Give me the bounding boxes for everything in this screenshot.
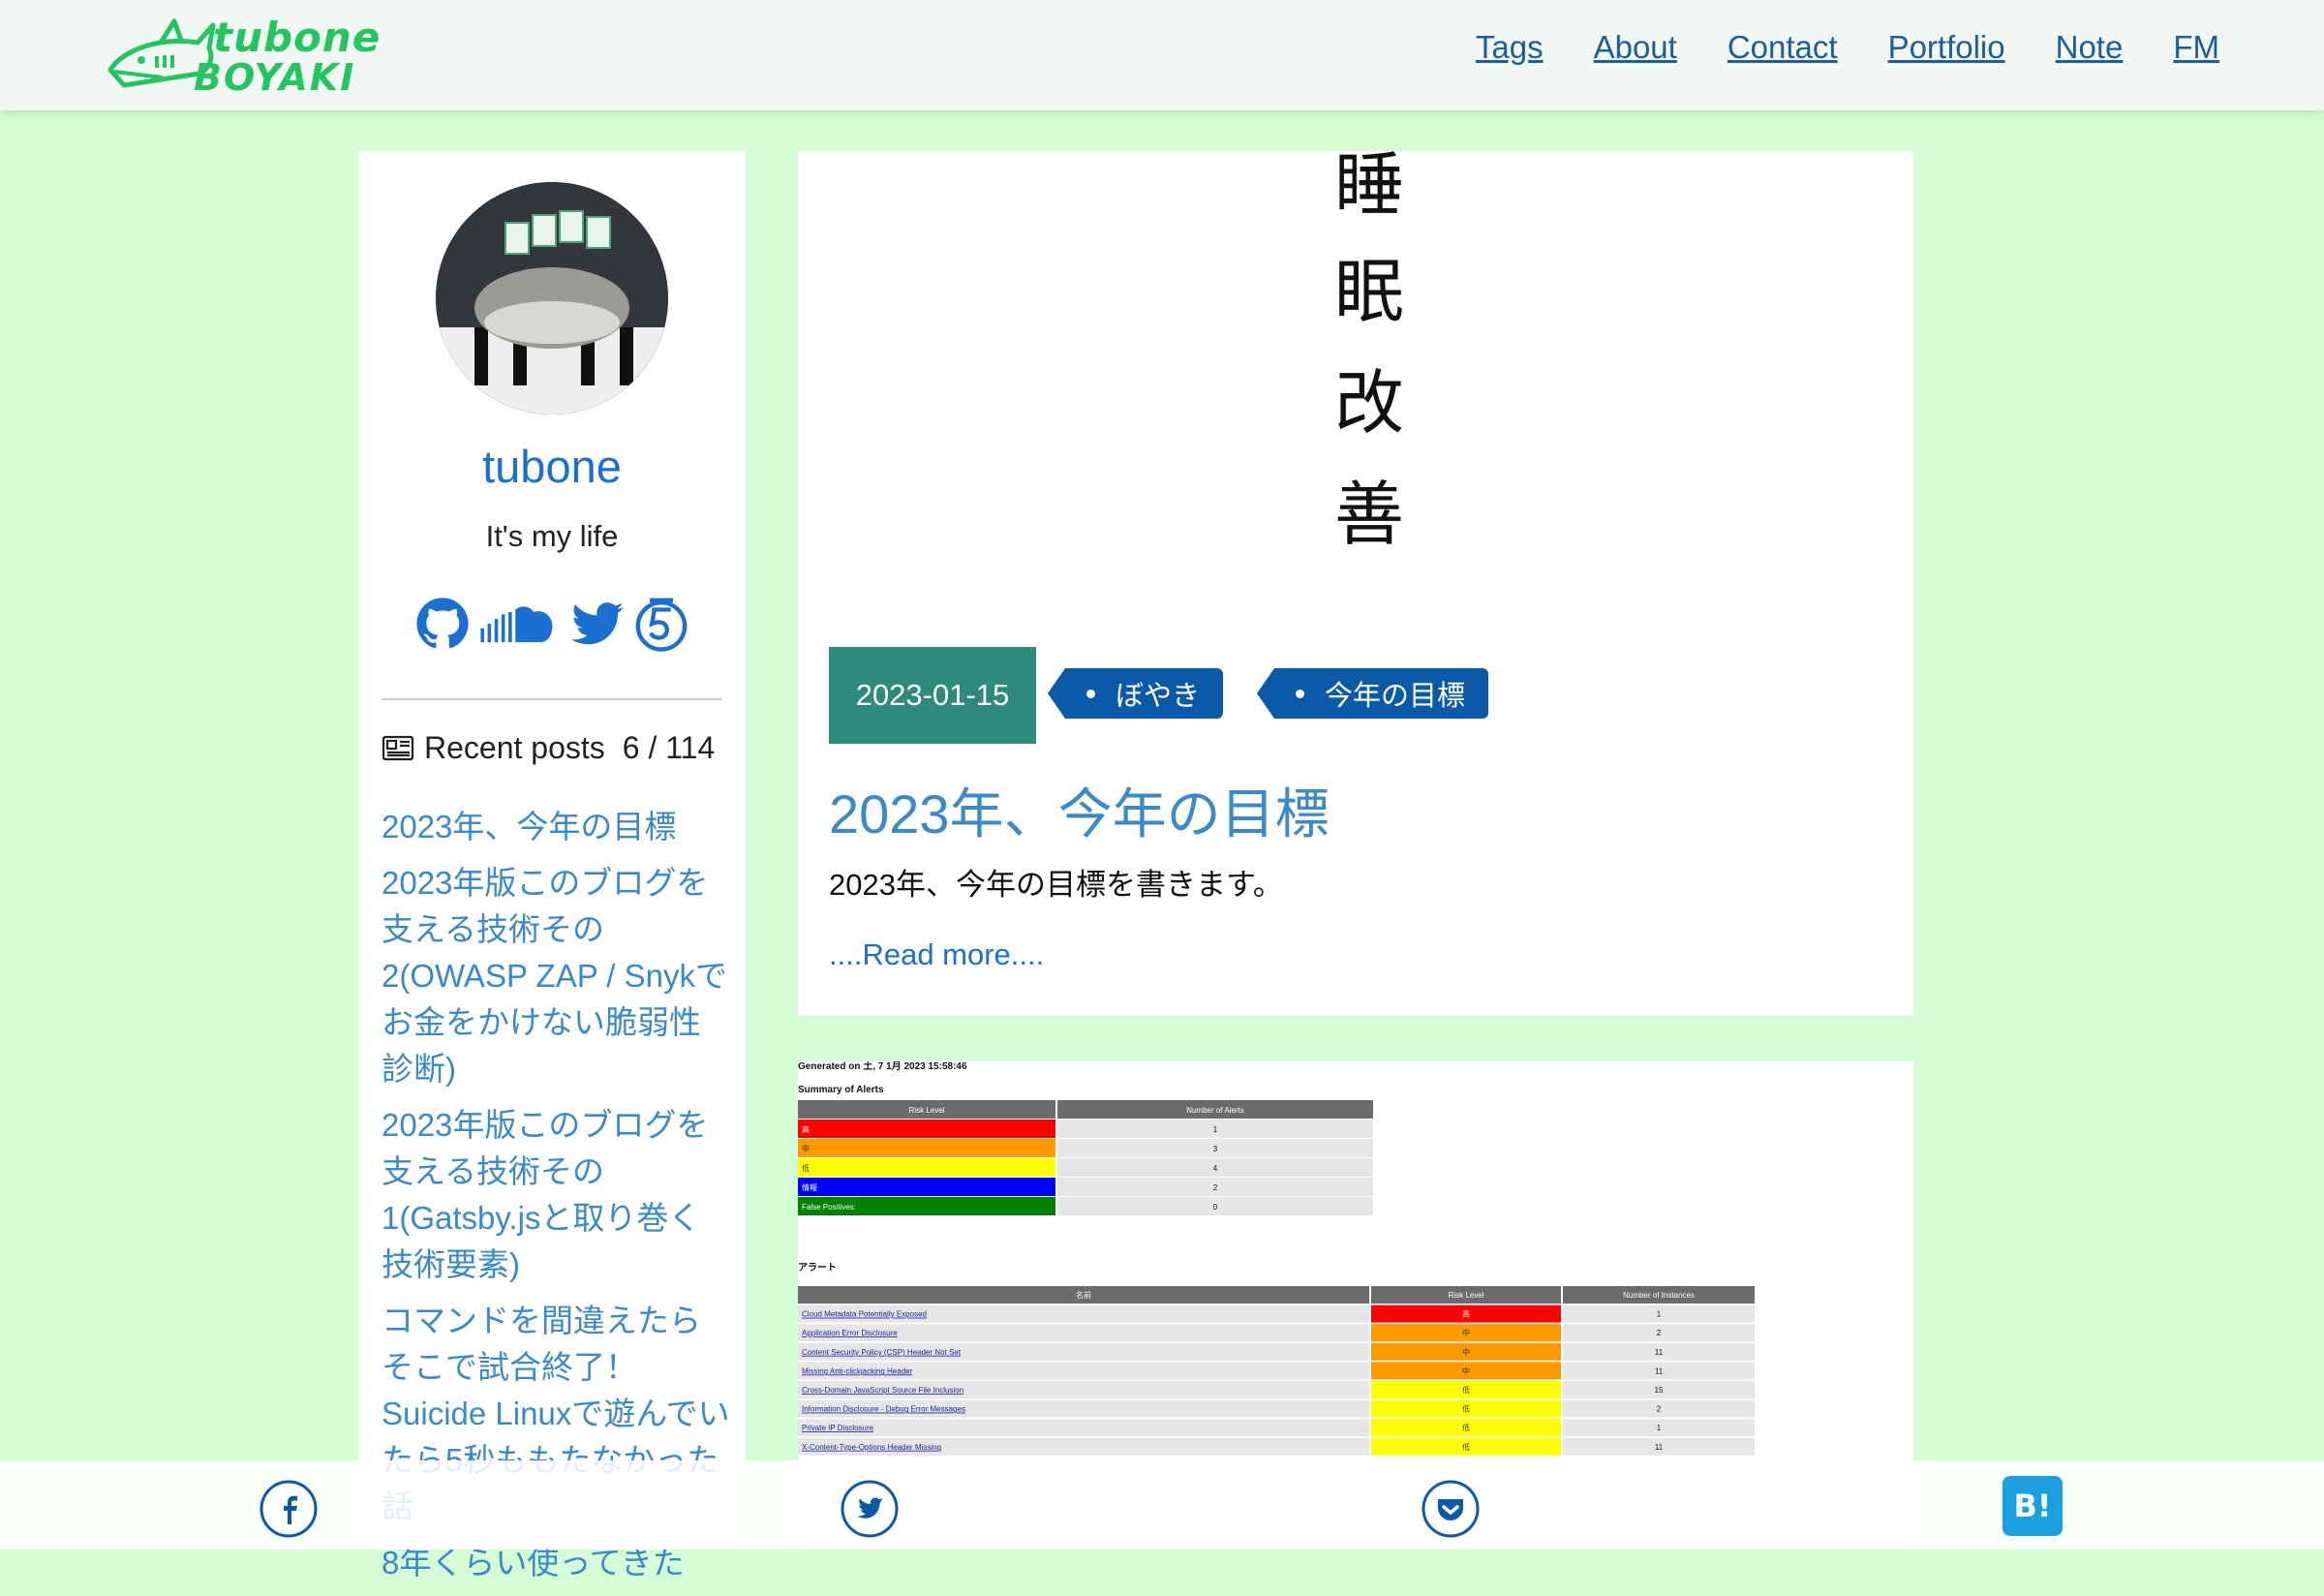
alerts-header-label: Number of Instances <box>1623 1291 1695 1300</box>
summary-level-cell <box>798 1139 1055 1157</box>
tag-boyaki[interactable]: ぼやき <box>1047 668 1224 719</box>
report-alerts-heading: アラート <box>798 1262 837 1274</box>
share-bar: B! <box>0 1460 2324 1550</box>
summary-header-label: Number of Alerts <box>1186 1106 1244 1115</box>
tag-dot <box>1296 690 1304 698</box>
alert-risk-label: 低 <box>1462 1404 1470 1414</box>
github-icon[interactable] <box>414 596 471 652</box>
profile-sidebar: tubone It's my life Recent posts 6 / 114… <box>358 151 746 1581</box>
site-header: tubone BOYAKI Tags About Contact Portfol… <box>0 0 2324 110</box>
soundcloud-icon[interactable] <box>478 596 562 652</box>
alert-count-label: 1 <box>1657 1310 1662 1319</box>
nav-note[interactable]: Note <box>2056 29 2124 66</box>
summary-level-label: 情報 <box>802 1182 817 1192</box>
facebook-icon[interactable] <box>260 1480 318 1538</box>
summary-count-label: 4 <box>1213 1164 1218 1173</box>
sidebar-divider <box>382 698 722 700</box>
alerts-header-label: 名前 <box>1076 1290 1091 1300</box>
alert-risk-label: 低 <box>1462 1442 1470 1452</box>
alert-name-link: Missing Anti-clickjacking Header <box>802 1366 913 1375</box>
5-badge-icon[interactable] <box>633 593 689 655</box>
alert-risk-label: 低 <box>1462 1385 1470 1395</box>
nav-fm[interactable]: FM <box>2173 29 2219 66</box>
summary-level-cell <box>798 1158 1055 1177</box>
tag-goals[interactable]: 今年の目標 <box>1256 668 1489 719</box>
alert-name-link: X-Content-Type-Options Header Missing <box>802 1443 941 1452</box>
summary-level-cell <box>798 1120 1055 1138</box>
alert-count-label: 15 <box>1655 1386 1664 1395</box>
post-hero-image[interactable]: 睡 眠 改 善 <box>1301 151 1437 577</box>
tag-dot <box>1086 690 1095 698</box>
nav-contact[interactable]: Contact <box>1728 29 1838 66</box>
summary-level-label: False Positives: <box>802 1203 856 1212</box>
summary-level-cell <box>798 1178 1055 1196</box>
author-name[interactable]: tubone <box>358 440 746 493</box>
nav-tags[interactable]: Tags <box>1476 29 1544 66</box>
site-logo[interactable]: tubone BOYAKI <box>105 10 380 102</box>
recent-post-link[interactable]: 2023年版このブログを支える技術その1(Gatsby.jsと取り巻く技術要素) <box>382 1102 730 1288</box>
post-date-badge: 2023-01-15 <box>829 647 1036 744</box>
twitter-icon[interactable] <box>569 596 626 652</box>
nav-about[interactable]: About <box>1594 29 1677 66</box>
alert-risk-label: 中 <box>1462 1347 1470 1357</box>
alert-name-link: Private IP Disclosure <box>802 1424 874 1432</box>
author-tagline: It's my life <box>485 519 619 553</box>
social-links <box>414 593 689 655</box>
report-summary-heading: Summary of Alerts <box>798 1085 884 1095</box>
alert-name-cell <box>798 1419 1369 1437</box>
alert-count-label: 2 <box>1657 1405 1662 1414</box>
report-generated-text: Generated on 土, 7 1月 2023 15:58:46 <box>798 1061 967 1072</box>
read-more-link[interactable]: ....Read more.... <box>829 937 1044 972</box>
twitter-icon[interactable] <box>841 1480 899 1538</box>
summary-header-label: Risk Level <box>909 1106 945 1115</box>
newspaper-icon <box>382 735 414 760</box>
main-nav: Tags About Contact Portfolio Note FM <box>1476 29 2219 66</box>
recent-posts-count: 6 / 114 <box>622 730 716 765</box>
post-excerpt: 2023年、今年の目標を書きます。 <box>829 868 1283 902</box>
recent-post-link[interactable]: 2023年版このブログを支える技術その2(OWASP ZAP / Snykでお金… <box>382 860 730 1092</box>
recent-post-link[interactable]: 2023年、今年の目標 <box>382 804 730 850</box>
summary-level-label: 低 <box>802 1163 810 1173</box>
hatena-bookmark-icon[interactable]: B! <box>2003 1476 2063 1536</box>
alert-name-link: Cross-Domain JavaScript Source File Incl… <box>802 1386 963 1395</box>
alert-count-label: 11 <box>1655 1443 1664 1452</box>
post-title[interactable]: 2023年、今年の目標 <box>829 771 1330 849</box>
hero-char: 善 <box>1334 474 1404 555</box>
alert-risk-label: 高 <box>1462 1309 1470 1319</box>
hero-char: 睡 <box>1334 151 1404 226</box>
tag-label: 今年の目標 <box>1325 681 1466 712</box>
alert-count-label: 2 <box>1657 1329 1662 1337</box>
summary-level-label: 中 <box>802 1144 810 1153</box>
summary-count-label: 1 <box>1213 1125 1218 1134</box>
recent-posts-label: Recent posts <box>424 730 605 765</box>
summary-count-label: 3 <box>1213 1145 1218 1153</box>
alert-name-link: Cloud Metadata Potentially Exposed <box>802 1310 927 1319</box>
alert-count-label: 11 <box>1655 1366 1664 1375</box>
pocket-icon[interactable] <box>1422 1480 1480 1538</box>
summary-count-label: 0 <box>1213 1203 1218 1212</box>
summary-count-label: 2 <box>1213 1183 1218 1192</box>
tag-label: ぼやき <box>1116 681 1201 712</box>
recent-posts-header: Recent posts 6 / 114 <box>382 730 715 766</box>
alert-name-link: Application Error Disclosure <box>802 1329 898 1337</box>
alert-risk-label: 低 <box>1462 1423 1470 1432</box>
summary-level-label: 高 <box>802 1124 810 1134</box>
post-card: 睡 眠 改 善 2023-01-15 ぼやき 今年の目標 2023年、今年の目標… <box>798 151 1913 1016</box>
alert-risk-label: 中 <box>1462 1328 1470 1337</box>
logo-text-tubone: tubone <box>213 14 382 61</box>
alerts-header-label: Risk Level <box>1449 1291 1484 1300</box>
alert-count-label: 1 <box>1657 1424 1662 1432</box>
hero-char: 改 <box>1334 362 1404 444</box>
alert-name-link: Content Security Policy (CSP) Header Not… <box>802 1348 962 1357</box>
hero-char: 眠 <box>1334 251 1404 332</box>
alert-risk-label: 中 <box>1462 1366 1470 1375</box>
nav-portfolio[interactable]: Portfolio <box>1888 29 2005 66</box>
alert-name-link: Information Disclosure - Debug Error Mes… <box>802 1405 965 1414</box>
avatar <box>436 182 668 414</box>
logo-text-boyaki: BOYAKI <box>194 56 356 99</box>
alert-count-label: 11 <box>1655 1348 1664 1357</box>
